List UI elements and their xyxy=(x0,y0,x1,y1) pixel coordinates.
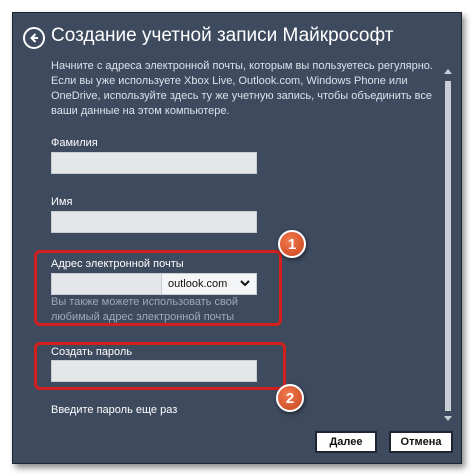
step-badge-2: 2 xyxy=(276,384,304,412)
step-badge-1: 1 xyxy=(278,230,306,258)
next-button[interactable]: Далее xyxy=(315,431,377,453)
first-name-label: Имя xyxy=(51,196,73,208)
confirm-password-label: Введите пароль еще раз xyxy=(51,404,178,416)
last-name-label: Фамилия xyxy=(51,137,98,149)
arrow-left-icon xyxy=(30,33,38,43)
intro-text: Начните с адреса электронной почты, кото… xyxy=(51,60,433,117)
scroll-up-arrow-icon[interactable] xyxy=(443,67,453,77)
page-title: Создание учетной записи Майкрософт xyxy=(51,25,394,46)
back-button[interactable] xyxy=(23,27,45,49)
dialog-window: Создание учетной записи Майкрософт Начни… xyxy=(12,12,462,464)
first-name-input[interactable] xyxy=(51,211,257,233)
email-highlight-box xyxy=(34,250,282,326)
scroll-down-arrow-icon[interactable] xyxy=(443,413,453,423)
scrollbar[interactable] xyxy=(443,67,453,423)
last-name-input[interactable] xyxy=(51,152,257,174)
scrollbar-thumb[interactable] xyxy=(445,81,451,411)
cancel-button[interactable]: Отмена xyxy=(389,431,453,453)
password-highlight-box xyxy=(34,342,286,390)
